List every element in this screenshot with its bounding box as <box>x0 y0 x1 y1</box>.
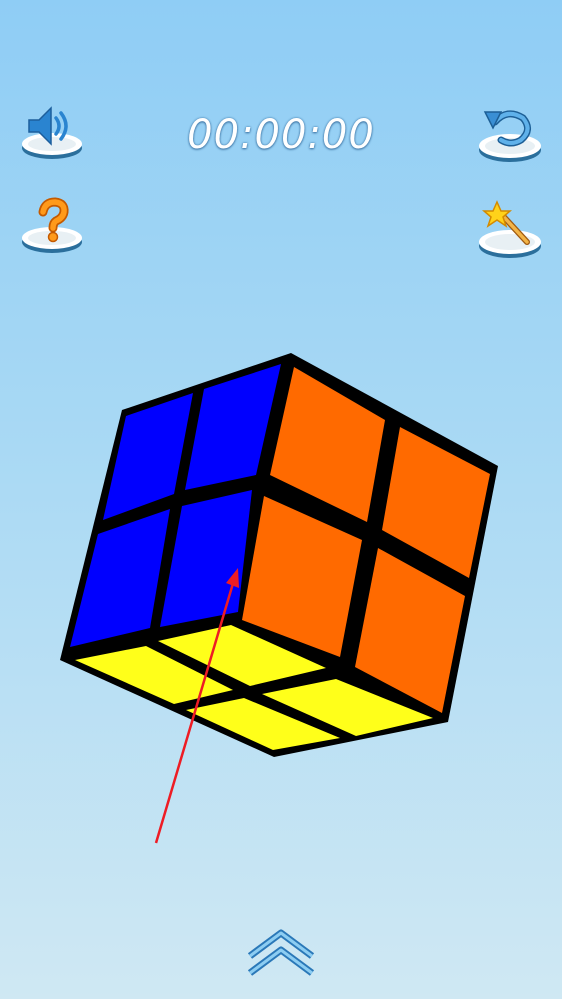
double-chevron-up-icon <box>247 929 315 976</box>
puzzle-cube[interactable] <box>0 0 562 999</box>
expand-button[interactable] <box>246 928 316 978</box>
